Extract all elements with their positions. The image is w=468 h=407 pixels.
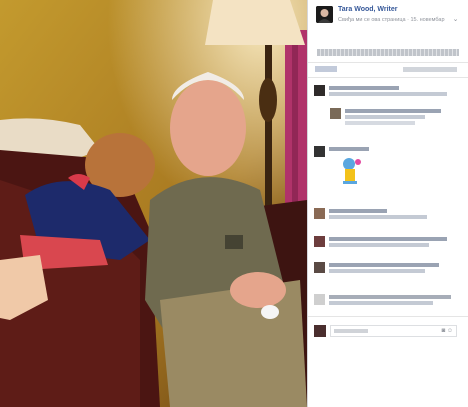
- comment-text: [329, 269, 425, 273]
- like-page-link[interactable]: Свиђа ми се ова страница: [338, 17, 406, 23]
- comment-item: [314, 294, 464, 314]
- comment-text: [329, 243, 429, 247]
- commenter-avatar[interactable]: [314, 294, 325, 305]
- commenter-avatar[interactable]: [314, 208, 325, 219]
- post-header: Tara Wood, Writer Свиђа ми се ова страни…: [308, 0, 468, 40]
- comments-panel: Tara Wood, Writer Свиђа ми се ова страни…: [307, 0, 468, 407]
- commenter-avatar[interactable]: [314, 85, 325, 96]
- reactions-summary[interactable]: [315, 66, 337, 72]
- commenter-avatar[interactable]: [314, 146, 325, 157]
- man-face: [170, 80, 246, 176]
- comment-text: [329, 263, 439, 267]
- comment-placeholder: [334, 329, 368, 333]
- comment-item: [314, 146, 464, 206]
- lamp-stand: [265, 45, 272, 225]
- lamp-shade: [205, 0, 305, 45]
- avatar-image: [316, 6, 333, 23]
- post-actions: [308, 62, 468, 78]
- comment-composer: ◙ ☺: [308, 316, 468, 347]
- post-caption: [317, 49, 459, 56]
- comment-text: [345, 109, 441, 113]
- chevron-down-icon[interactable]: ⌄: [451, 16, 460, 23]
- comment-item: [314, 208, 464, 230]
- comment-item: [314, 262, 464, 284]
- commenter-avatar[interactable]: [314, 236, 325, 247]
- user-avatar: [314, 325, 326, 337]
- camera-icon[interactable]: ◙: [442, 328, 446, 334]
- comment-text: [345, 115, 425, 119]
- comment-text: [329, 209, 387, 213]
- photo-image: [0, 0, 307, 407]
- comment-text: [345, 121, 415, 125]
- comment-text: [329, 215, 427, 219]
- comment-item: [314, 236, 464, 258]
- post-date[interactable]: 15. новембар: [410, 17, 444, 23]
- man-pants: [160, 280, 307, 407]
- comment-text: [329, 237, 447, 241]
- share-count[interactable]: [403, 67, 457, 72]
- post-meta: Свиђа ми се ова страница · 15. новембар: [338, 17, 445, 23]
- comment-text: [329, 86, 399, 90]
- commenter-avatar[interactable]: [330, 108, 341, 119]
- sticker-image: [343, 158, 361, 184]
- commenter-avatar[interactable]: [314, 262, 325, 273]
- page-name-link[interactable]: Tara Wood, Writer: [338, 6, 398, 13]
- post-photo[interactable]: [0, 0, 307, 407]
- comment-text: [329, 147, 369, 151]
- comment-reply: [330, 108, 464, 136]
- comment-text: [329, 295, 451, 299]
- comment-text: [329, 92, 447, 96]
- photo-viewer: Tara Wood, Writer Свиђа ми се ова страни…: [0, 0, 468, 407]
- page-avatar[interactable]: [316, 6, 333, 23]
- composer-icons: ◙ ☺: [442, 328, 453, 334]
- sticker-icon[interactable]: ☺: [447, 328, 453, 334]
- comment-input[interactable]: ◙ ☺: [330, 325, 457, 337]
- comment-text: [329, 301, 433, 305]
